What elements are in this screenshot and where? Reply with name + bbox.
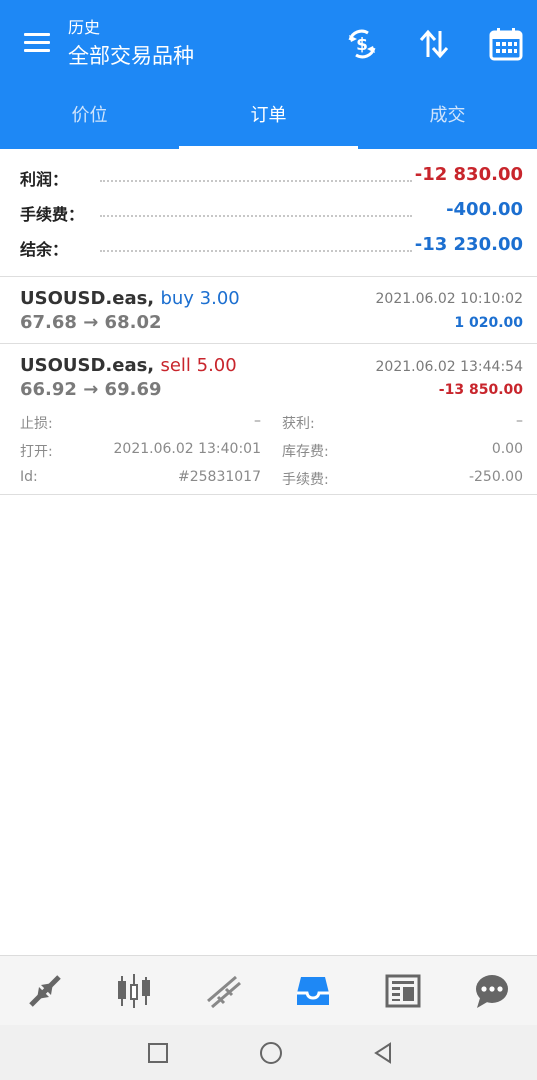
open-label: 打开:	[20, 444, 53, 460]
sort-icon[interactable]	[414, 24, 454, 64]
trade-prices: 67.68 → 68.02	[20, 312, 162, 333]
tab-prices[interactable]: 价位	[0, 83, 179, 149]
news-icon[interactable]	[358, 956, 448, 1025]
header-title[interactable]: 全部交易品种	[68, 42, 194, 70]
sl-label: 止损:	[20, 416, 53, 432]
tab-orders[interactable]: 订单	[179, 83, 358, 149]
trade-side: buy 3.00	[160, 288, 240, 309]
dotted-leader	[100, 180, 412, 182]
swap-value: 0.00	[491, 441, 523, 457]
profit-row: 利润： -12 830.00	[0, 160, 537, 195]
trade-side: sell 5.00	[160, 355, 237, 376]
profit-value: -12 830.00	[414, 164, 523, 185]
chat-icon[interactable]	[448, 956, 537, 1025]
trade-row[interactable]: USOUSD.eas, buy 3.00 67.68 → 68.02 2021.…	[0, 277, 537, 343]
profit-label: 利润：	[20, 170, 69, 189]
tp-label: 获利:	[282, 416, 315, 432]
swap-label: 库存费:	[282, 444, 329, 460]
trade-profit: 1 020.00	[454, 315, 523, 331]
tp-value: –	[516, 413, 523, 429]
app-root: 历史 全部交易品种 $ 价位 订单 成交 利润： -12 830.00 手续费：…	[0, 0, 537, 1080]
history-inbox-icon[interactable]	[269, 956, 359, 1025]
id-label: Id:	[20, 469, 38, 485]
divider	[0, 494, 537, 495]
tab-bar: 价位 订单 成交	[0, 83, 537, 149]
trade-lines-icon[interactable]	[179, 956, 269, 1025]
open-value: 2021.06.02 13:40:01	[113, 441, 262, 457]
tab-deals[interactable]: 成交	[358, 83, 537, 149]
trade-row-expanded[interactable]: USOUSD.eas, sell 5.00 66.92 → 69.69 2021…	[0, 344, 537, 494]
trade-fee-value: -250.00	[468, 469, 523, 485]
trade-fee-label: 手续费:	[282, 472, 329, 488]
svg-text:$: $	[356, 35, 368, 55]
id-value: #25831017	[178, 469, 261, 485]
dotted-leader	[100, 250, 412, 252]
trade-profit: -13 850.00	[438, 382, 523, 398]
calendar-icon[interactable]	[486, 24, 526, 64]
dotted-leader	[100, 215, 412, 217]
home-icon[interactable]	[256, 1038, 286, 1068]
sl-value: –	[254, 413, 261, 429]
fee-value: -400.00	[446, 199, 523, 220]
balance-value: -13 230.00	[414, 234, 523, 255]
recent-apps-icon[interactable]	[143, 1038, 173, 1068]
quotes-arrows-icon[interactable]	[0, 956, 90, 1025]
back-icon[interactable]	[368, 1038, 398, 1068]
balance-label: 结余：	[20, 240, 69, 259]
trade-symbol-line: USOUSD.eas, sell 5.00	[20, 355, 237, 376]
trade-prices: 66.92 → 69.69	[20, 379, 162, 400]
currency-exchange-icon[interactable]: $	[342, 24, 382, 64]
trade-symbol: USOUSD.eas,	[20, 355, 155, 376]
balance-row: 结余： -13 230.00	[0, 230, 537, 265]
fee-row: 手续费： -400.00	[0, 195, 537, 230]
bottom-nav	[0, 955, 537, 1025]
summary-panel: 利润： -12 830.00 手续费： -400.00 结余： -13 230.…	[0, 160, 537, 265]
menu-icon[interactable]	[22, 28, 56, 58]
header-subtitle: 历史	[68, 18, 101, 37]
system-nav-bar	[0, 1025, 537, 1080]
trade-symbol-line: USOUSD.eas, buy 3.00	[20, 288, 240, 309]
top-bar: 历史 全部交易品种 $	[0, 0, 537, 83]
trade-symbol: USOUSD.eas,	[20, 288, 155, 309]
candlestick-chart-icon[interactable]	[90, 956, 180, 1025]
trade-time: 2021.06.02 13:44:54	[375, 359, 524, 375]
trade-time: 2021.06.02 10:10:02	[375, 291, 524, 307]
fee-label: 手续费：	[20, 205, 85, 224]
